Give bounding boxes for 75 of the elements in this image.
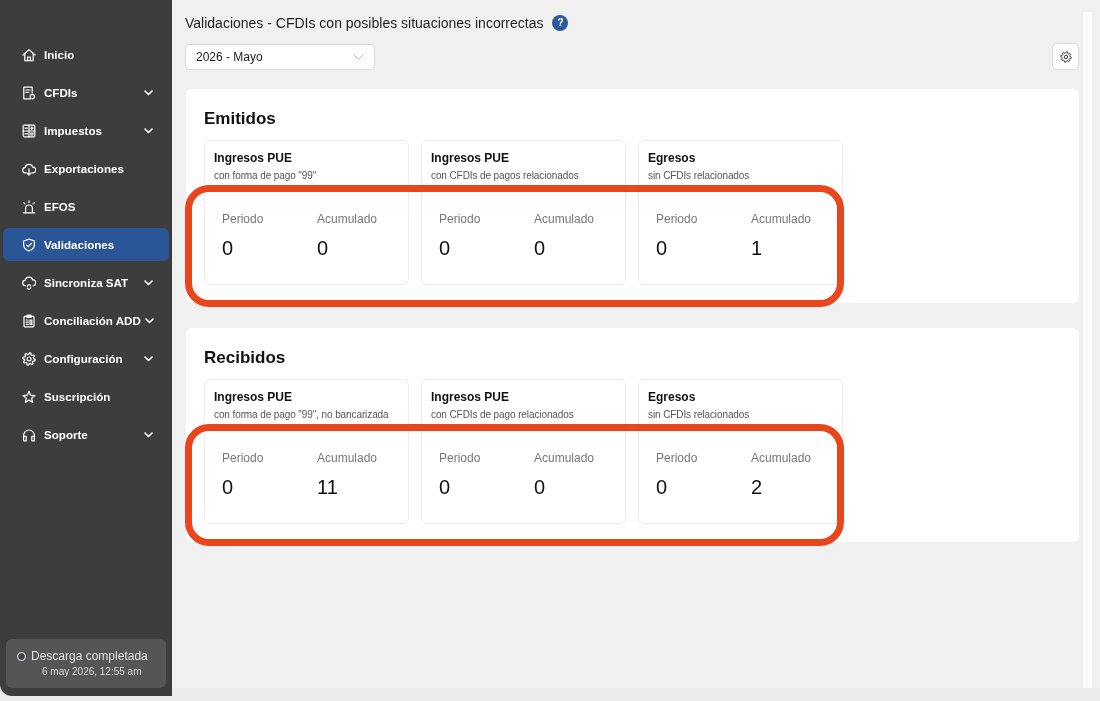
- page-title: Validaciones - CFDIs con posibles situaciones incorrectas: [185, 14, 544, 32]
- card-subtitle: con CFDIs de pagos relacionados: [431, 169, 580, 182]
- metric-label: Periodo: [656, 211, 699, 227]
- chevron-down-icon: [144, 279, 153, 286]
- metric-value: 1: [751, 236, 764, 260]
- metric-value: 0: [439, 236, 452, 260]
- card-title: Egresos: [648, 389, 697, 405]
- status-text: Descarga completada: [31, 648, 148, 664]
- metric-value: 11: [317, 475, 339, 499]
- card-subtitle: con forma de pago "99": [214, 169, 318, 182]
- chevron-down-icon: [144, 127, 153, 134]
- home-icon: [22, 47, 36, 62]
- card-subtitle: con CFDIs de pago relacionados: [431, 408, 575, 421]
- metric-value: 0: [534, 475, 547, 499]
- nav-item[interactable]: Impuestos: [3, 114, 169, 147]
- chevron-down-icon: [353, 53, 364, 60]
- settings-icon: [22, 351, 36, 366]
- settings-button[interactable]: [1052, 43, 1079, 70]
- metric-label: Acumulado: [317, 450, 379, 466]
- card-subtitle: sin CFDIs relacionados: [648, 408, 751, 421]
- metric-value: 0: [534, 236, 547, 260]
- nav-item[interactable]: Validaciones: [3, 228, 169, 261]
- metric-value: 2: [751, 475, 764, 499]
- nav-item[interactable]: Conciliación ADD: [3, 304, 169, 337]
- period-dropdown[interactable]: 2026 - Mayo: [185, 43, 375, 70]
- metric-label: Periodo: [222, 450, 265, 466]
- metric-label: Acumulado: [534, 211, 596, 227]
- metric-value: 0: [222, 236, 235, 260]
- metric-value: 0: [656, 236, 669, 260]
- card-title: Ingresos PUE: [431, 389, 511, 405]
- card-title: Egresos: [648, 150, 697, 166]
- status-ring-icon: [17, 651, 26, 661]
- card-subtitle: con forma de pago "99", no bancarizada: [214, 408, 390, 421]
- nav-item[interactable]: Suscripción: [3, 380, 169, 413]
- chevron-down-icon: [144, 89, 153, 96]
- status-time: 6 may 2026, 12:55 am: [42, 665, 143, 679]
- nav-item[interactable]: EFOS: [3, 190, 169, 223]
- card-subtitle: sin CFDIs relacionados: [648, 169, 751, 182]
- chevron-down-icon: [144, 431, 153, 438]
- cloud-sync-icon: [22, 275, 36, 290]
- metric-label: Periodo: [439, 211, 482, 227]
- metric-label: Acumulado: [751, 211, 813, 227]
- nav-item[interactable]: Inicio: [3, 38, 169, 71]
- alarm-light-icon: [22, 199, 36, 214]
- metric-value: 0: [439, 475, 452, 499]
- card-title: Ingresos PUE: [214, 150, 294, 166]
- metric-value: 0: [656, 475, 669, 499]
- clipboard-icon: [22, 313, 36, 328]
- metric-label: Acumulado: [751, 450, 813, 466]
- card-title: Ingresos PUE: [214, 389, 294, 405]
- star-icon: [22, 389, 36, 404]
- help-button[interactable]: ?: [552, 15, 569, 31]
- metric-label: Periodo: [656, 450, 699, 466]
- metric-label: Periodo: [222, 211, 265, 227]
- chevron-down-icon: [144, 355, 153, 362]
- document-icon: [22, 85, 36, 100]
- metric-value: 0: [317, 236, 330, 260]
- metric-label: Periodo: [439, 450, 482, 466]
- nav-item[interactable]: Soporte: [3, 418, 169, 451]
- chevron-down-icon: [144, 317, 154, 324]
- metric-label: Acumulado: [534, 450, 596, 466]
- section-title: Recibidos: [204, 347, 287, 369]
- nav-item[interactable]: CFDIs: [3, 76, 169, 109]
- section-title: Emitidos: [204, 108, 277, 130]
- headphones-icon: [22, 427, 36, 442]
- card-title: Ingresos PUE: [431, 150, 511, 166]
- calculator-icon: [22, 123, 36, 138]
- nav-item[interactable]: Exportaciones: [3, 152, 169, 185]
- metric-label: Acumulado: [317, 211, 379, 227]
- cloud-download-icon: [22, 161, 36, 176]
- nav-item[interactable]: Configuración: [3, 342, 169, 375]
- metric-value: 0: [222, 475, 235, 499]
- settings-icon: [1059, 50, 1072, 63]
- shield-check-icon: [22, 237, 36, 252]
- nav-item[interactable]: Sincroniza SAT: [3, 266, 169, 299]
